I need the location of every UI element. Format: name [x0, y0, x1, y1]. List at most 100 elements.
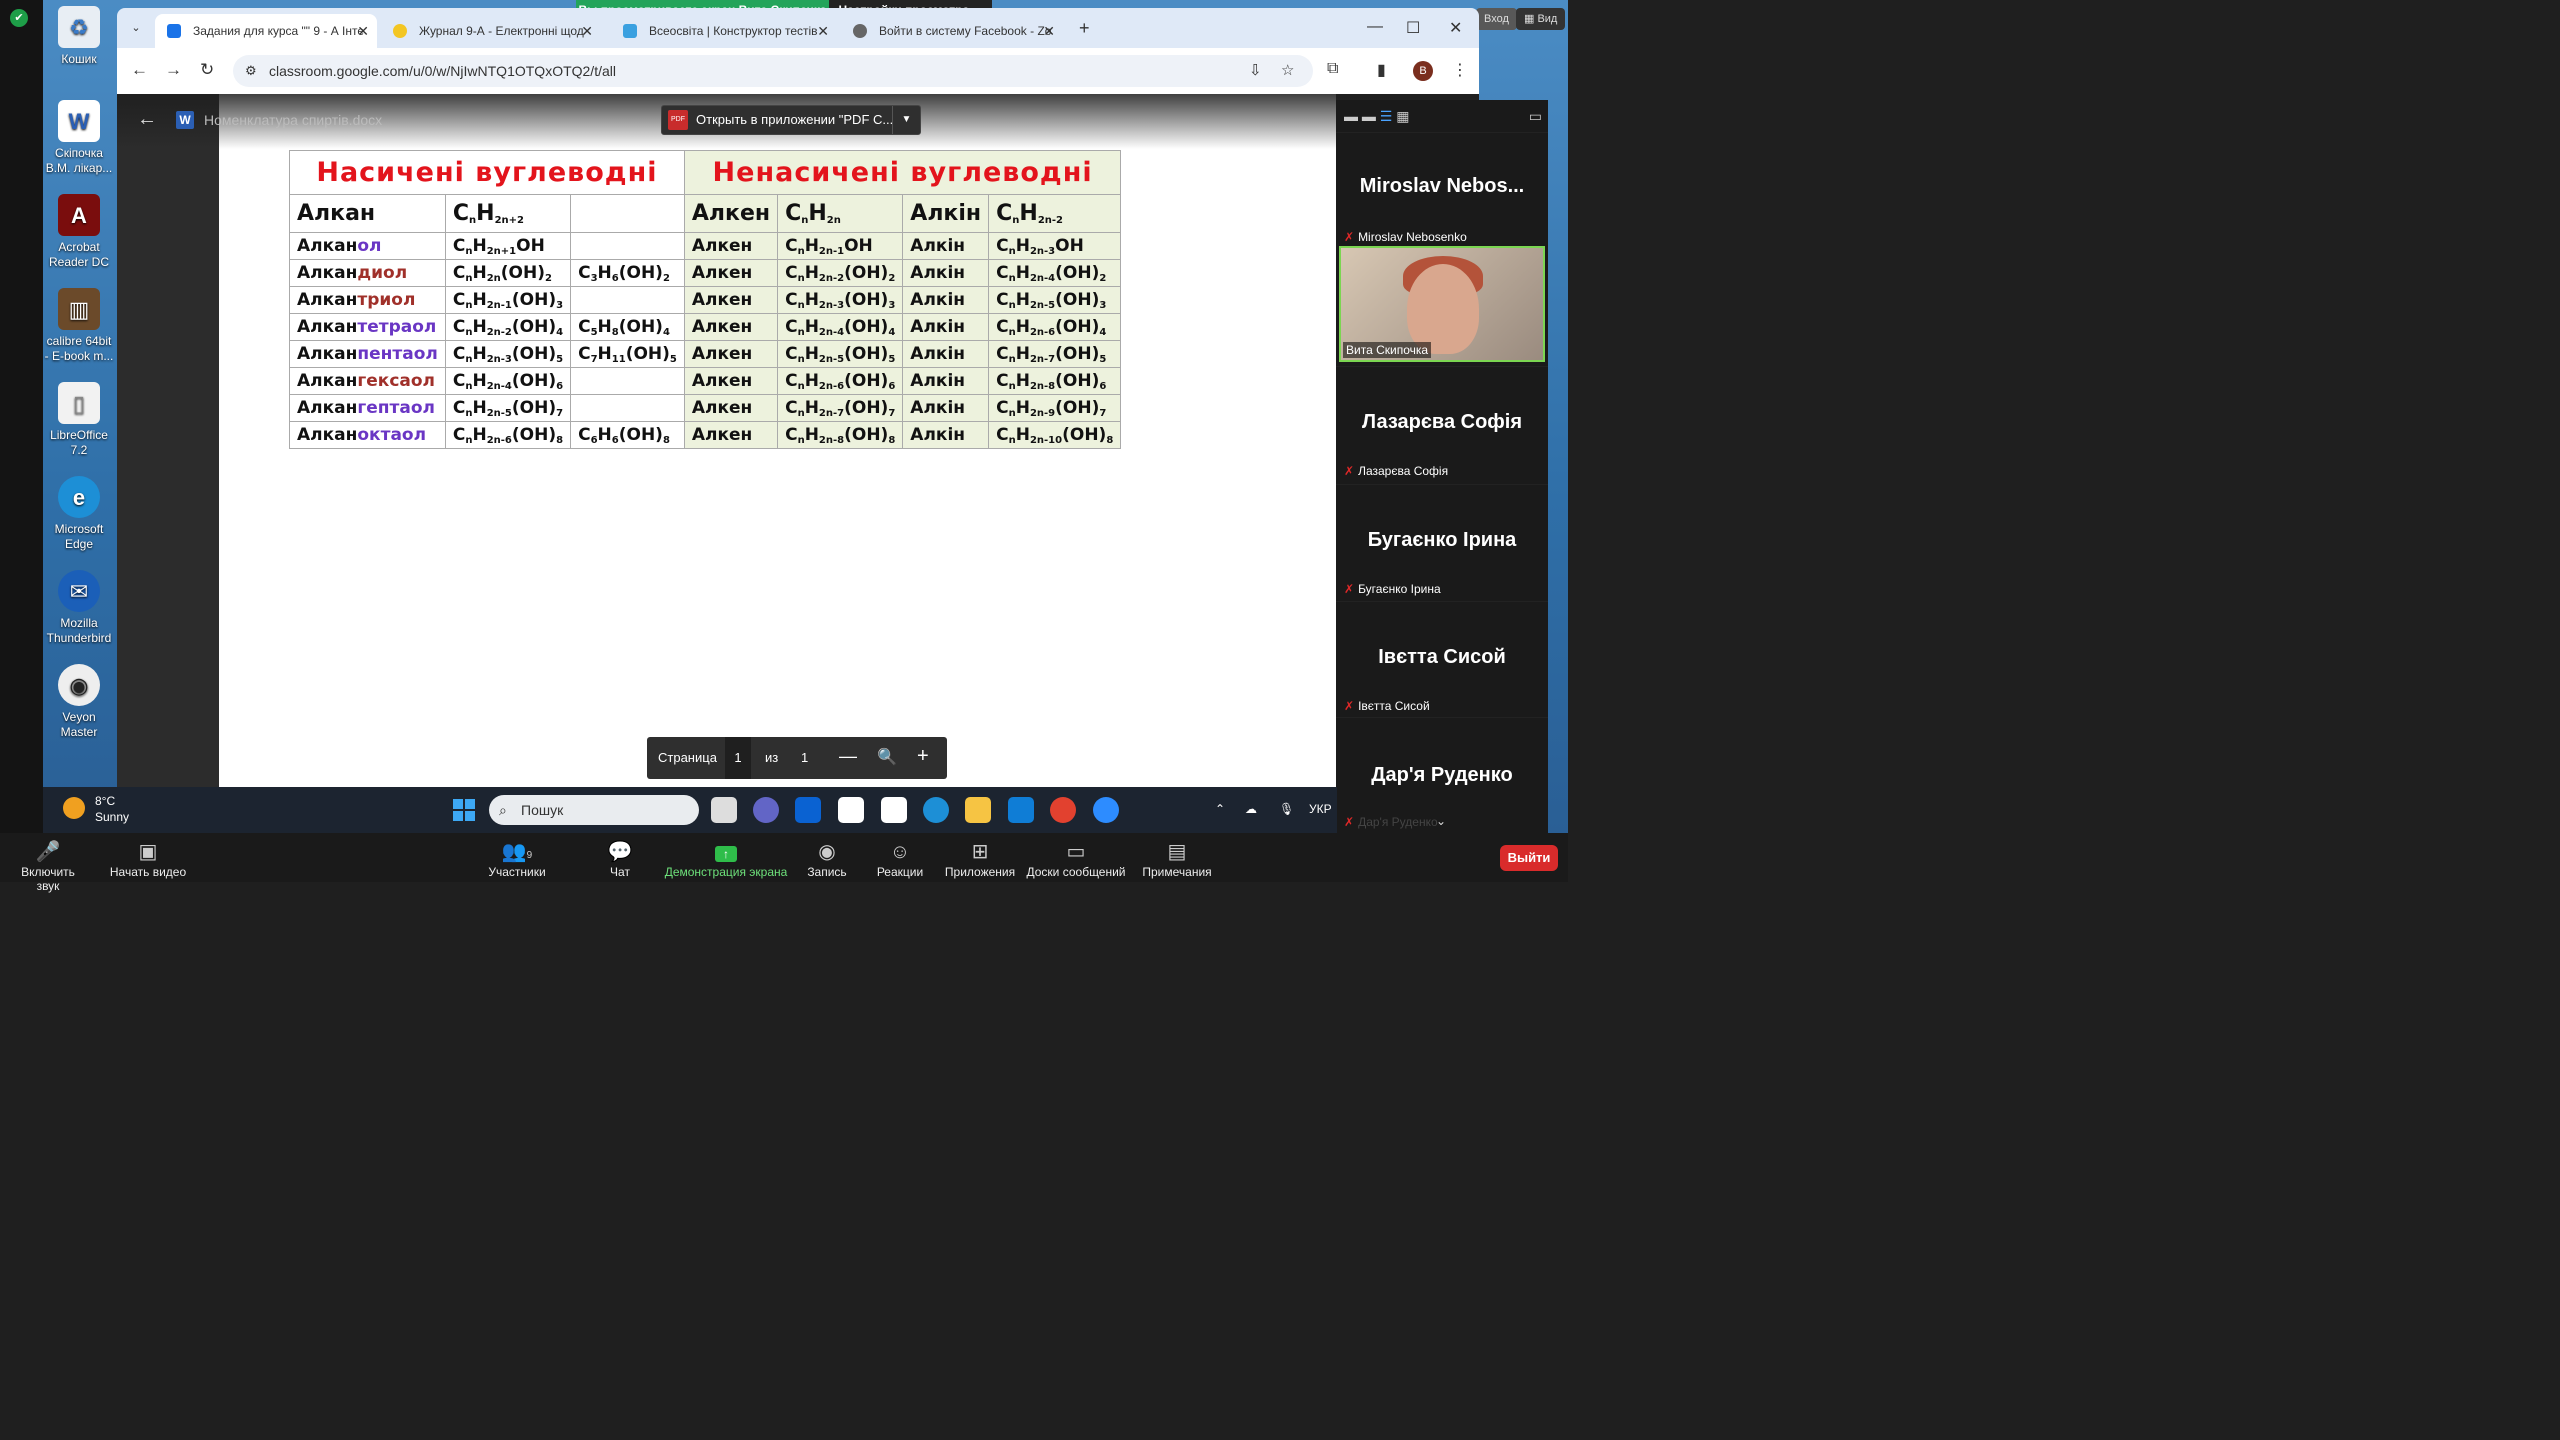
pdf-viewer: Насичені вуглеводні Ненасичені вуглеводн… — [117, 94, 1479, 787]
gallery-layout-icons[interactable]: ▬ ▬ ☰ ▦ — [1344, 108, 1409, 125]
thunderbird-icon: ✉ — [58, 570, 100, 612]
apps-icon: ⊞ — [971, 841, 989, 863]
minimize-icon[interactable]: — — [1367, 18, 1383, 36]
calibre-icon: ▥ — [58, 288, 100, 330]
profile-avatar[interactable]: B — [1413, 61, 1433, 81]
page-total: 1 — [801, 750, 809, 765]
desktop-icon-recycle-bin[interactable]: ♻ Кошик — [43, 6, 115, 67]
header-saturated: Насичені вуглеводні — [289, 150, 685, 195]
bookmark-star-icon[interactable]: ☆ — [1281, 55, 1294, 87]
maximize-icon[interactable]: ☐ — [1406, 18, 1420, 38]
zoom-out-icon[interactable]: — — [839, 746, 857, 767]
page-number-input[interactable]: 1 — [725, 737, 751, 779]
menu-dots-icon[interactable]: ⋮ — [1452, 60, 1468, 80]
store-icon[interactable] — [838, 797, 864, 823]
desktop-icon-veyon[interactable]: ◉ Veyon Master — [43, 664, 115, 740]
task-view-icon[interactable] — [711, 797, 737, 823]
table-row: Алканол CnH2n+1OH Алкен CnH2n-1OH Алкін CnH2n… — [289, 232, 1122, 260]
back-icon[interactable]: ← — [131, 60, 148, 80]
participant-tile[interactable]: Лазарєва Софія ✗ Лазарєва Софія — [1336, 366, 1548, 482]
close-tab-icon[interactable]: ✕ — [1043, 14, 1055, 48]
table-row: Алкантриол CnH2n-1(OH)3 Алкен CnH2n-3(OH)3 А… — [289, 286, 1122, 314]
apps-button[interactable]: ⊞ Приложения — [944, 839, 1016, 879]
reload-icon[interactable]: ↻ — [200, 60, 214, 80]
file-explorer-icon[interactable] — [965, 797, 991, 823]
forward-icon[interactable]: → — [165, 60, 182, 80]
acrobat-icon: A — [58, 194, 100, 236]
desktop-icon-word-doc[interactable]: W Скіпочка В.М. лікар... — [43, 100, 115, 176]
record-button[interactable]: ◉ Запись — [804, 839, 850, 879]
teams-icon[interactable] — [753, 797, 779, 823]
close-tab-icon[interactable]: ✕ — [817, 14, 829, 48]
share-screen-button[interactable]: ↑ Демонстрация экрана — [664, 839, 788, 879]
participant-tile[interactable]: Miroslav Nebos... ✗ Miroslav Nebosenko — [1336, 132, 1548, 248]
tab-search-chevron-icon[interactable]: ⌄ — [125, 17, 147, 39]
extensions-icon[interactable]: ⧉ — [1327, 60, 1338, 78]
open-in-app-button[interactable]: PDF Открыть в приложении "PDF C... ▼ — [661, 105, 921, 135]
pdf-page: Насичені вуглеводні Ненасичені вуглеводн… — [219, 94, 1336, 787]
desktop-icon-edge[interactable]: e Microsoft Edge — [43, 476, 115, 552]
chrome-icon[interactable] — [1050, 797, 1076, 823]
zoom-in-icon[interactable]: + — [917, 745, 929, 768]
panel-expand-icon[interactable]: ▭ — [1529, 108, 1542, 125]
participant-tile[interactable]: Бугаєнко Ірина ✗ Бугаєнко Ірина — [1336, 484, 1548, 600]
muted-mic-icon: ✗ — [1344, 699, 1355, 713]
table-row: Алкандиол CnH2n(OH)2 C3H6(OH)2 Алкен CnH2n-2… — [289, 259, 1122, 287]
participants-button[interactable]: 👥9 Участники — [482, 839, 552, 879]
cell-alkin: Алкін — [902, 194, 990, 233]
desktop-icon-acrobat[interactable]: A Acrobat Reader DC — [43, 194, 115, 270]
reactions-button[interactable]: ☺ Реакции — [876, 839, 924, 879]
zoom-app-icon[interactable] — [1093, 797, 1119, 823]
tab-classroom[interactable]: Задания для курса "" 9 - А Інте ✕ — [155, 14, 377, 48]
zoom-icon[interactable]: 🔍 — [877, 747, 897, 767]
onedrive-icon[interactable]: ☁ — [1245, 802, 1257, 816]
site-info-icon[interactable]: ⚙ — [245, 55, 257, 87]
start-icon[interactable] — [453, 799, 475, 821]
view-button[interactable]: ▦ Вид — [1516, 8, 1566, 30]
amazon-icon[interactable] — [881, 797, 907, 823]
desktop-icon-thunderbird[interactable]: ✉ Mozilla Thunderbird — [43, 570, 115, 646]
unmute-button[interactable]: 🎤 Включить звук — [8, 839, 88, 893]
microphone-icon[interactable]: 🎙 — [1279, 802, 1294, 816]
table-row: Алкангептаол CnH2n-5(OH)7 Алкен CnH2n-7(OH)… — [289, 394, 1122, 422]
participant-video-tile[interactable]: Вита Скипочка — [1339, 246, 1545, 362]
mail-icon[interactable] — [1008, 797, 1034, 823]
cell-alkan-formula: CnH2n+2 — [444, 194, 572, 233]
close-tab-icon[interactable]: ✕ — [581, 14, 593, 48]
desktop-icon-calibre[interactable]: ▥ calibre 64bit - E-book m... — [43, 288, 115, 364]
tray-chevron-icon[interactable]: ⌃ — [1215, 802, 1225, 816]
close-tab-icon[interactable]: ✕ — [357, 14, 369, 48]
close-window-icon[interactable]: ✕ — [1449, 18, 1462, 38]
taskbar-search[interactable]: ⌕ Пошук — [489, 795, 699, 825]
whiteboards-button[interactable]: ▭ Доски сообщений — [1026, 839, 1126, 879]
edge-taskbar-icon[interactable] — [923, 797, 949, 823]
alcohol-nomenclature-table: Насичені вуглеводні Ненасичені вуглеводн… — [289, 150, 1122, 449]
notes-button[interactable]: ▤ Примечания — [1142, 839, 1212, 879]
leave-meeting-button[interactable]: Выйти — [1500, 845, 1558, 871]
muted-mic-icon: ✗ — [1344, 582, 1355, 596]
chat-button[interactable]: 💬 Чат — [600, 839, 640, 879]
side-panel-icon[interactable]: ▮ — [1377, 60, 1386, 80]
url-text: classroom.google.com/u/0/w/NjIwNTQ1OTQxO… — [269, 63, 616, 79]
tab-facebook[interactable]: Войти в систему Facebook - Zo ✕ — [841, 14, 1063, 48]
table-row: Алканпентаол CnH2n-3(OH)5 C7H11(OH)5 Алкен C… — [289, 340, 1122, 368]
login-button[interactable]: Вход — [1476, 8, 1517, 30]
install-app-icon[interactable]: ⇩ — [1249, 55, 1262, 87]
address-bar[interactable]: ⚙ classroom.google.com/u/0/w/NjIwNTQ1OTQ… — [233, 55, 1313, 87]
tab-vseosvita[interactable]: Всеосвіта | Конструктор тестів ✕ — [611, 14, 837, 48]
edge-icon: e — [58, 476, 100, 518]
sun-icon — [393, 24, 407, 38]
language-indicator[interactable]: УКР — [1309, 802, 1332, 816]
desktop-icon-libreoffice[interactable]: ▯ LibreOffice 7.2 — [43, 382, 115, 458]
open-with-dropdown-icon[interactable]: ▼ — [892, 106, 920, 134]
scroll-down-chevron-icon[interactable]: ⌄ — [1436, 814, 1446, 828]
weather-widget[interactable]: 8°C Sunny — [63, 793, 129, 825]
start-video-button[interactable]: ▣ Начать видео — [108, 839, 188, 879]
new-tab-icon[interactable]: + — [1079, 18, 1090, 39]
participant-tile[interactable]: Івєтта Сисой ✗ Івєтта Сисой — [1336, 601, 1548, 717]
back-arrow-icon[interactable]: ← — [137, 108, 157, 131]
dropbox-icon[interactable] — [795, 797, 821, 823]
tab-journal[interactable]: Журнал 9-А - Електронні щод ✕ — [381, 14, 601, 48]
header-unsaturated: Ненасичені вуглеводні — [683, 150, 1122, 195]
veyon-icon: ◉ — [58, 664, 100, 706]
